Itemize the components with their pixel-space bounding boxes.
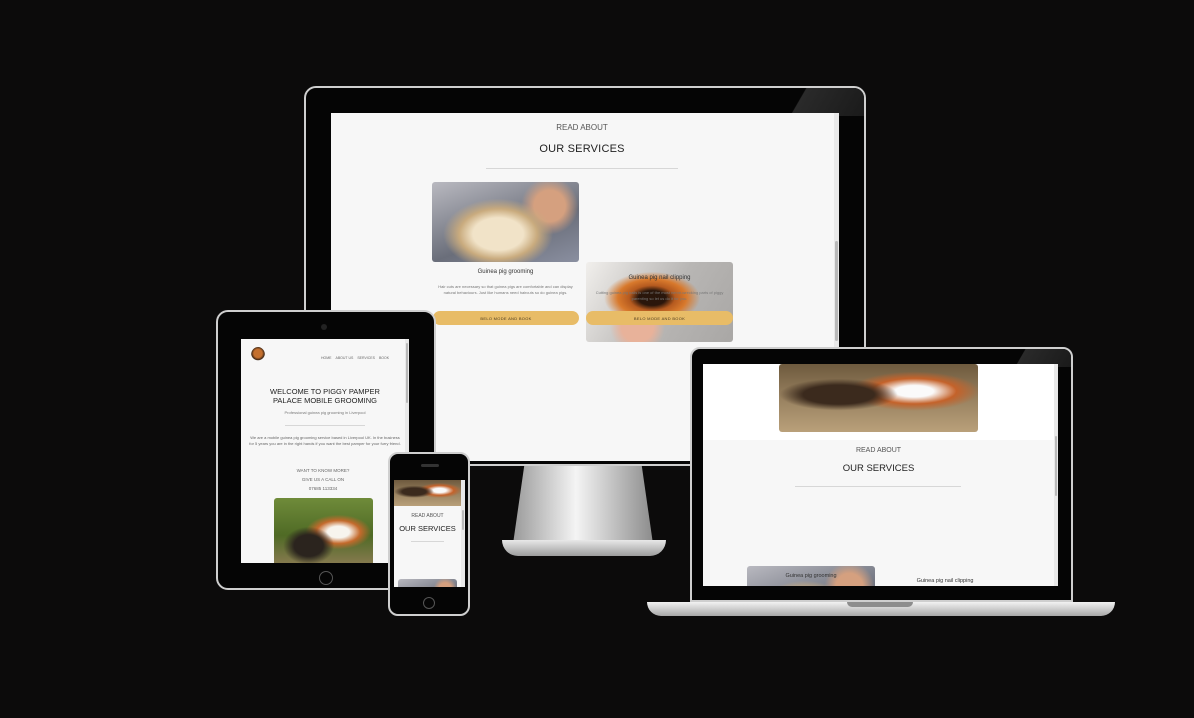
laptop-heading: OUR SERVICES xyxy=(842,463,915,474)
phone-grooming-photo xyxy=(398,579,457,587)
grooming-photo xyxy=(432,182,579,262)
laptop-trackpad-notch xyxy=(847,602,913,607)
desktop-scroll-thumb[interactable] xyxy=(835,241,838,341)
tablet-cta-line2: GIVE US A CALL ON xyxy=(301,477,345,482)
desktop-heading: OUR SERVICES xyxy=(539,143,625,155)
tablet-screen: HOME ABOUT US SERVICES BOOK WELCOME TO P… xyxy=(241,339,409,563)
tablet-heading: WELCOME TO PIGGY PAMPER PALACE MOBILE GR… xyxy=(270,387,380,405)
grooming-card-body: Hair cuts are necessary so that guinea p… xyxy=(438,284,573,295)
nail-book-button[interactable]: BELO MODE AND BOOK xyxy=(586,311,733,325)
tablet-subheading: Professional guinea pig grooming in Live… xyxy=(284,410,366,415)
laptop-services-band xyxy=(703,440,1054,586)
tablet-logo xyxy=(251,347,265,363)
tablet-cta-line1: WANT TO KNOW MORE? xyxy=(296,468,350,473)
desktop-divider xyxy=(486,168,678,169)
nav-book[interactable]: BOOK xyxy=(379,356,389,360)
laptop-base xyxy=(647,602,1115,616)
phone-screen: READ ABOUT OUR SERVICES xyxy=(394,480,465,587)
phone-home-button-icon[interactable] xyxy=(423,597,435,609)
tablet-home-button-icon[interactable] xyxy=(319,571,333,585)
monitor-glare xyxy=(774,88,864,116)
laptop-screen: READ ABOUT OUR SERVICES Guinea pig groom… xyxy=(703,364,1058,586)
monitor-stand xyxy=(513,466,653,544)
tablet-scroll-thumb[interactable] xyxy=(406,343,408,403)
nail-card-title: Guinea pig nail clipping xyxy=(628,275,691,281)
tablet-nav: HOME ABOUT US SERVICES BOOK xyxy=(321,356,405,360)
monitor-base xyxy=(502,540,666,556)
laptop-eyebrow: READ ABOUT xyxy=(855,447,902,454)
tablet-intro: We are a mobile guinea pig grooming serv… xyxy=(249,435,401,446)
tablet-phone-number[interactable]: 07685 113334 xyxy=(241,486,405,491)
phone-hero-photo xyxy=(394,480,461,506)
phone-speaker xyxy=(421,464,439,467)
laptop-hero-photo xyxy=(779,364,978,432)
nail-clipping-photo xyxy=(586,262,733,342)
nav-about[interactable]: ABOUT US xyxy=(336,356,354,360)
laptop-scroll-thumb[interactable] xyxy=(1055,436,1057,496)
grooming-book-button[interactable]: BELO MODE AND BOOK xyxy=(433,311,579,325)
tablet-divider xyxy=(285,425,365,426)
laptop-grooming-title: Guinea pig grooming xyxy=(785,573,837,579)
phone-eyebrow: READ ABOUT xyxy=(411,513,444,519)
laptop-nail-title: Guinea pig nail clipping xyxy=(916,578,974,584)
phone-scroll-thumb[interactable] xyxy=(462,510,464,530)
laptop-scrollbar[interactable] xyxy=(1054,364,1058,586)
laptop-divider xyxy=(795,486,961,487)
grooming-card-title: Guinea pig grooming xyxy=(477,269,534,275)
desktop-eyebrow: READ ABOUT xyxy=(556,123,608,132)
tablet-camera xyxy=(321,324,327,330)
phone-scrollbar[interactable] xyxy=(461,480,465,587)
nav-services[interactable]: SERVICES xyxy=(357,356,375,360)
phone-heading: OUR SERVICES xyxy=(399,524,456,533)
phone-divider xyxy=(411,541,444,542)
nail-card-body: Cutting guinea pig nails is one of the m… xyxy=(595,290,724,301)
mockup-canvas: { "brand": {"accent": "#e8bc67", "screen… xyxy=(0,0,1194,718)
nav-home[interactable]: HOME xyxy=(321,356,332,360)
tablet-hero-photo xyxy=(274,498,373,563)
